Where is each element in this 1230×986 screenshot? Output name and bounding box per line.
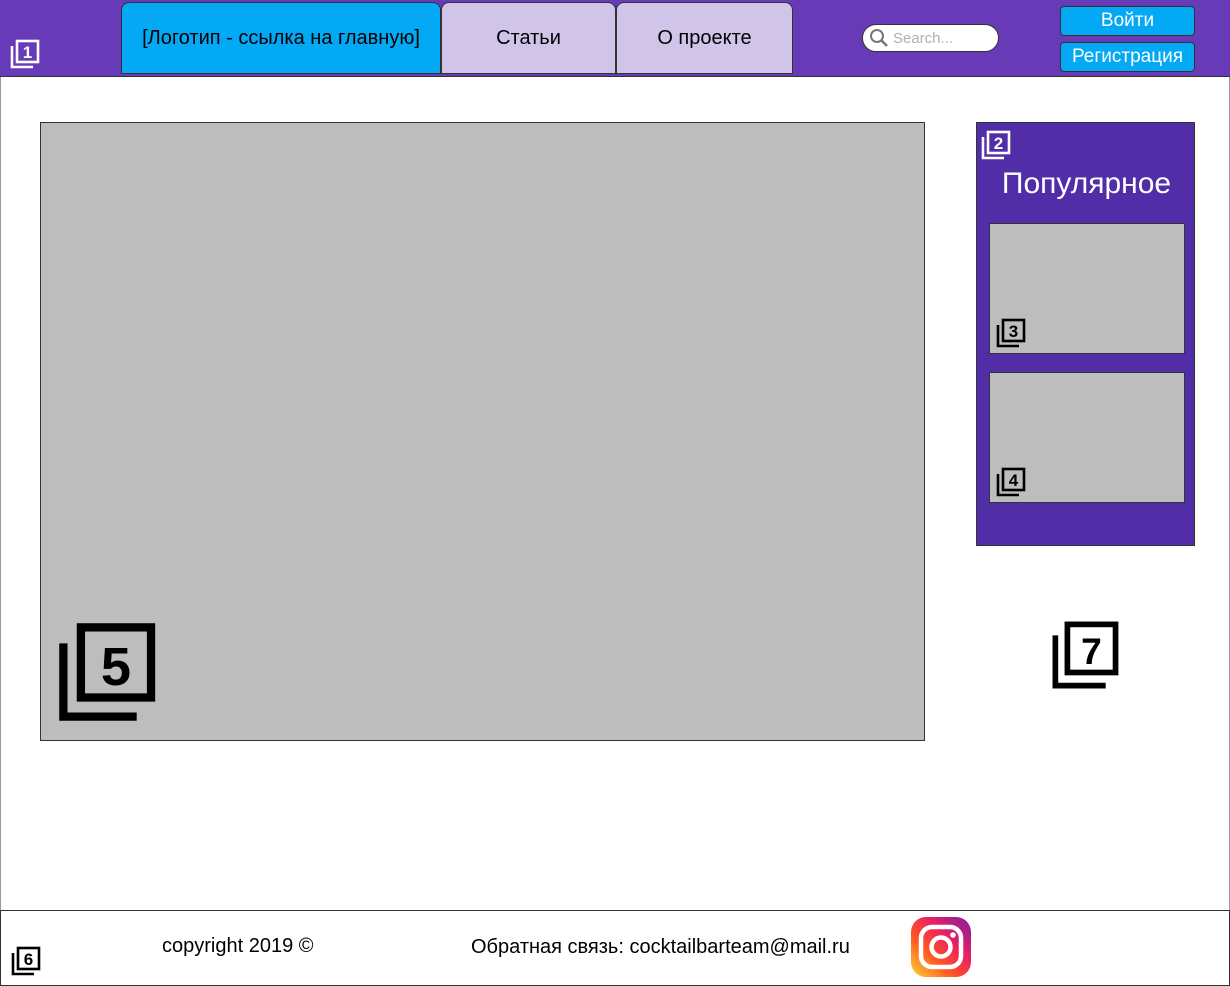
- footer: 6 copyright 2019 © Обратная связь: cockt…: [0, 910, 1230, 986]
- logo-home-link[interactable]: [Логотип - ссылка на главную]: [121, 2, 441, 74]
- marker-icon: 3: [996, 318, 1026, 348]
- copyright-text: copyright 2019 ©: [162, 935, 314, 957]
- popular-card[interactable]: 3: [989, 223, 1185, 354]
- header: 1 [Логотип - ссылка на главную] Статьи О…: [0, 0, 1230, 77]
- search-box[interactable]: [862, 24, 999, 52]
- login-button[interactable]: Войти: [1060, 6, 1195, 36]
- marker-icon: 1: [10, 39, 40, 69]
- marker-number: 4: [1009, 471, 1019, 490]
- register-button[interactable]: Регистрация: [1060, 42, 1195, 72]
- tab-articles[interactable]: Статьи: [441, 2, 616, 74]
- marker-number: 1: [23, 43, 32, 62]
- popular-sidebar: 2 Популярное 3 4: [976, 122, 1195, 546]
- marker-number: 7: [1081, 630, 1102, 672]
- search-input[interactable]: [889, 29, 993, 47]
- marker-icon: 2: [981, 130, 1011, 160]
- marker-number: 2: [994, 134, 1003, 153]
- marker-icon: 6: [11, 946, 41, 976]
- marker-icon: 4: [996, 467, 1026, 497]
- marker-icon: 5: [59, 623, 156, 721]
- feedback-contact[interactable]: Обратная связь: cocktailbarteam@mail.ru: [471, 936, 850, 959]
- marker-number: 6: [24, 950, 33, 969]
- marker-number: 3: [1009, 322, 1018, 341]
- sidebar-title: Популярное: [1001, 167, 1172, 200]
- tab-about[interactable]: О проекте: [616, 2, 793, 74]
- instagram-icon[interactable]: [910, 916, 972, 978]
- search-icon: [870, 29, 888, 47]
- marker-number: 5: [101, 637, 131, 697]
- popular-card[interactable]: 4: [989, 372, 1185, 503]
- marker-icon: 7: [1052, 621, 1119, 689]
- main-image-placeholder: 5: [40, 122, 925, 741]
